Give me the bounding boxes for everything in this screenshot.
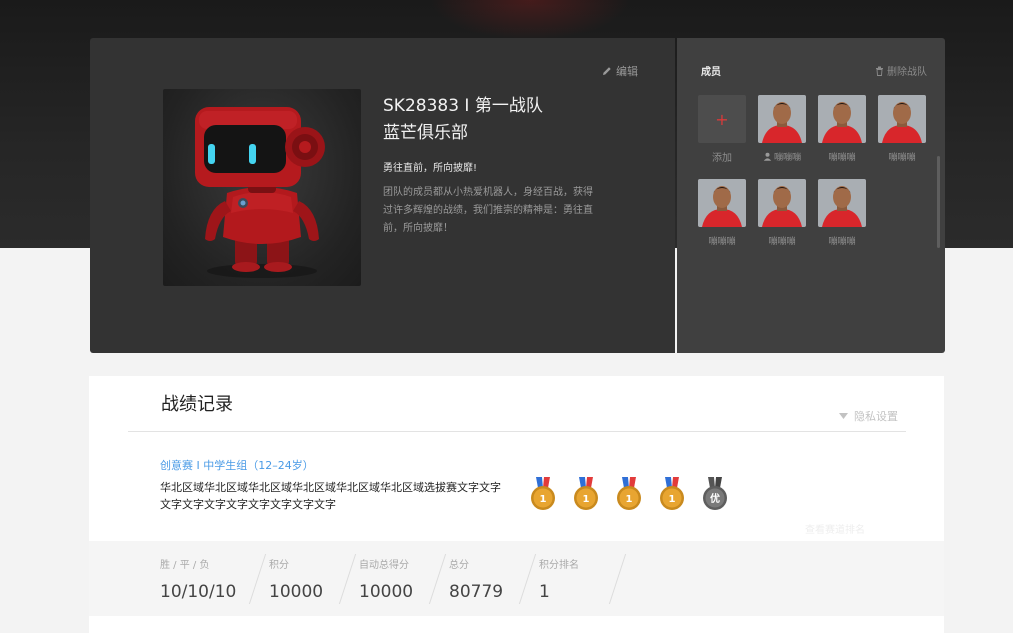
members-title: 成员 (701, 67, 721, 78)
stat-divider (248, 554, 267, 604)
team-name-line2: 蓝芒俱乐部 (383, 123, 468, 143)
medal-badge: 1 (658, 477, 686, 511)
add-member-label: 添加 (712, 153, 732, 164)
caret-down-icon (839, 413, 848, 419)
pencil-icon (603, 67, 611, 75)
edit-label: 编辑 (616, 65, 638, 78)
match-title-link[interactable]: 创意赛 I 中学生组（12–24岁） (160, 457, 314, 473)
member-item[interactable]: 嘣嘣嘣 (698, 179, 746, 247)
record-section: 战绩记录 隐私设置 创意赛 I 中学生组（12–24岁） 华北区域华北区域华北区… (89, 376, 944, 633)
stat-label: 自动总得分 (359, 560, 409, 571)
medal-label: 1 (626, 494, 633, 505)
stat-total: 总分 80779 (449, 556, 503, 602)
member-item[interactable]: 嘣嘣嘣 (818, 179, 866, 247)
divider (128, 431, 906, 432)
member-item[interactable]: 嘣嘣嘣 (758, 179, 806, 247)
team-name-line1: SK28383 I 第一战队 (383, 96, 543, 116)
team-info-panel: 编辑 SK28383 I 第一战队 蓝芒俱乐部 勇往直前，所向披靡! 团队的成员… (90, 38, 675, 353)
medal-label: 优 (710, 492, 720, 505)
stat-points: 积分 10000 (269, 556, 323, 602)
avatar[interactable] (758, 179, 806, 227)
stat-divider (338, 554, 357, 604)
stat-value: 10/10/10 (160, 582, 237, 602)
disband-team-button[interactable]: 删除战队 (875, 63, 927, 78)
stat-value: 10000 (359, 582, 414, 602)
stat-rank: 积分排名 1 (539, 556, 579, 602)
stat-value: 1 (539, 582, 550, 602)
avatar[interactable] (758, 95, 806, 143)
member-name: 嘣嘣嘣 (768, 237, 796, 247)
avatar[interactable] (818, 179, 866, 227)
member-name: 嘣嘣嘣 (828, 153, 856, 163)
avatar[interactable] (818, 95, 866, 143)
stat-divider (518, 554, 537, 604)
header-glow (430, 0, 630, 40)
stat-auto-score: 自动总得分 10000 (359, 556, 413, 602)
member-name: 嘣嘣嘣 (888, 153, 916, 163)
team-description: 团队的成员都从小热爱机器人，身经百战，获得过许多辉煌的战绩，我们推崇的精神是：勇… (383, 187, 593, 234)
stat-label: 积分排名 (539, 560, 579, 571)
member-name: 嘣嘣嘣 (828, 237, 856, 247)
member-name: 嘣嘣嘣 (708, 237, 736, 247)
team-card: 编辑 SK28383 I 第一战队 蓝芒俱乐部 勇往直前，所向披靡! 团队的成员… (90, 38, 945, 353)
avatar[interactable] (698, 179, 746, 227)
stats-bar: 胜 / 平 / 负 10/10/10 积分 10000 自动总得分 10000 … (89, 541, 944, 616)
member-grid: + 添加 嘣嘣嘣 嘣嘣嘣 嘣嘣嘣 嘣嘣嘣 嘣嘣嘣 嘣嘣嘣 (698, 95, 934, 247)
medal-label: 1 (540, 494, 547, 505)
team-slogan: 勇往直前，所向披靡! (383, 163, 478, 174)
members-panel: 成员 删除战队 + 添加 嘣嘣嘣 嘣嘣嘣 嘣嘣嘣 嘣嘣嘣 嘣嘣嘣 嘣嘣嘣 (677, 38, 945, 353)
add-member-button[interactable]: + 添加 (698, 95, 746, 164)
stat-value: 10000 (269, 582, 324, 602)
medal-list: 1 1 1 1 优 (529, 477, 729, 511)
record-title: 战绩记录 (161, 394, 233, 415)
team-robot-image (163, 89, 361, 286)
medal-badge: 优 (701, 477, 729, 511)
trash-icon (876, 66, 883, 76)
stat-label: 积分 (269, 560, 289, 571)
members-scrollbar[interactable] (937, 156, 940, 248)
plus-icon[interactable]: + (698, 95, 746, 143)
faint-caption: 查看赛道排名 (805, 525, 865, 536)
disband-label: 删除战队 (887, 67, 927, 78)
privacy-settings-dropdown[interactable]: 隐私设置 (839, 408, 898, 424)
privacy-label: 隐私设置 (854, 410, 898, 423)
member-name: 嘣嘣嘣 (773, 153, 801, 163)
leader-icon (763, 152, 772, 161)
member-item[interactable]: 嘣嘣嘣 (758, 95, 806, 164)
member-item[interactable]: 嘣嘣嘣 (878, 95, 926, 164)
stat-label: 总分 (449, 560, 469, 571)
stat-record: 胜 / 平 / 负 10/10/10 (160, 556, 236, 602)
medal-badge: 1 (572, 477, 600, 511)
medal-label: 1 (583, 494, 590, 505)
avatar[interactable] (878, 95, 926, 143)
stat-value: 80779 (449, 582, 504, 602)
stat-divider (428, 554, 447, 604)
match-description: 华北区域华北区域华北区域华北区域华北区域华北区域选拔赛文字文字文字文字文字文字文… (160, 481, 501, 511)
medal-badge: 1 (615, 477, 643, 511)
stat-label: 胜 / 平 / 负 (160, 560, 210, 571)
medal-badge: 1 (529, 477, 557, 511)
edit-button[interactable]: 编辑 (602, 63, 638, 79)
member-item[interactable]: 嘣嘣嘣 (818, 95, 866, 164)
medal-label: 1 (669, 494, 676, 505)
stat-divider (608, 554, 627, 604)
